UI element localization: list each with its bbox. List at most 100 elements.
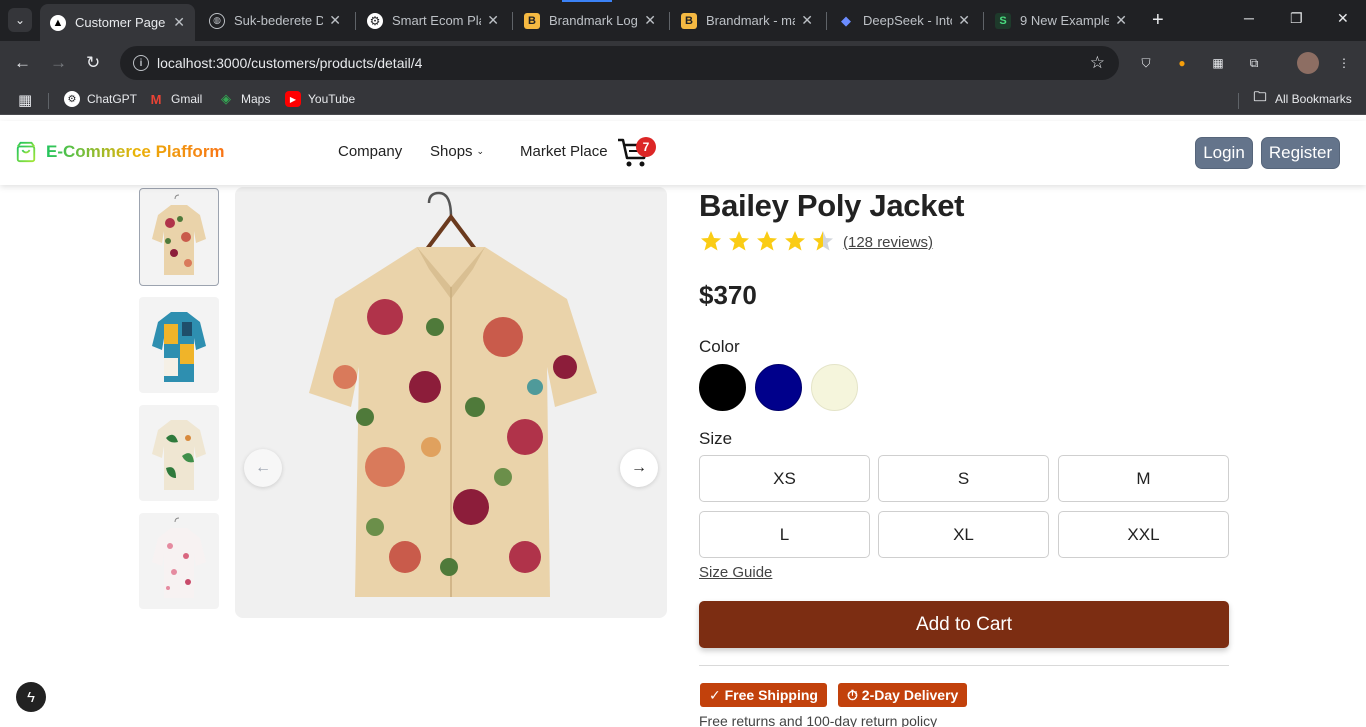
minimize-icon[interactable]: ─	[1244, 10, 1254, 26]
site-info-icon[interactable]: i	[133, 55, 149, 71]
color-label: Color	[699, 337, 740, 356]
new-tab-button[interactable]: +	[1152, 10, 1164, 30]
thumbnail-3[interactable]	[139, 405, 219, 501]
color-swatch-beige[interactable]	[811, 364, 858, 411]
patchwork-shirt-thumbnail	[152, 312, 206, 382]
close-icon[interactable]: ✕	[801, 12, 813, 29]
tab-separator	[512, 12, 513, 30]
tab-separator	[669, 12, 670, 30]
size-option-m[interactable]: M	[1058, 455, 1229, 502]
nav-company[interactable]: Company	[338, 143, 402, 160]
pink-floral-shirt-thumbnail	[152, 517, 206, 598]
prev-image-button[interactable]: ←	[244, 449, 282, 487]
next-image-button[interactable]: →	[620, 449, 658, 487]
folder-icon: 🗀	[1253, 89, 1267, 104]
back-icon[interactable]: ←	[14, 53, 31, 73]
size-option-s[interactable]: S	[878, 455, 1049, 502]
bookmark-youtube[interactable]: ▶ YouTube	[285, 91, 355, 107]
tab-smart-ecom[interactable]: ⚙ Smart Ecom Plat ✕	[357, 6, 509, 35]
deepseek-icon: ◆	[841, 12, 851, 28]
tab-brandmark-logo[interactable]: B Brandmark Logo ✕	[514, 6, 666, 35]
bookmark-label: Gmail	[171, 92, 203, 106]
size-guide-link[interactable]: Size Guide	[699, 564, 772, 581]
close-icon[interactable]: ✕	[1115, 12, 1127, 29]
extensions-puzzle-icon[interactable]: ⧉	[1245, 54, 1263, 72]
gmail-icon: M	[150, 91, 162, 107]
tab-loading-indicator	[562, 0, 612, 2]
brand-logo[interactable]: E-Commerce Plafform	[15, 141, 225, 163]
nav-market-place[interactable]: Market Place	[520, 143, 608, 160]
color-swatch-navy[interactable]	[755, 364, 802, 411]
nav-shops[interactable]: Shops ⌄	[430, 143, 484, 160]
tab-title: Brandmark Logo	[549, 13, 639, 28]
window-close-icon[interactable]: ✕	[1337, 10, 1349, 27]
size-option-xxl[interactable]: XXL	[1058, 511, 1229, 558]
forward-icon[interactable]: →	[50, 53, 67, 73]
address-bar[interactable]: i localhost:3000/customers/products/deta…	[120, 46, 1119, 80]
bookmark-maps[interactable]: ◈ Maps	[218, 91, 270, 107]
close-icon[interactable]: ✕	[173, 14, 185, 31]
register-button[interactable]: Register	[1261, 137, 1340, 169]
tab-brandmark-ma[interactable]: B Brandmark - ma ✕	[671, 6, 823, 35]
youtube-icon: ▶	[285, 91, 301, 107]
close-icon[interactable]: ✕	[958, 12, 970, 29]
bookmark-star-icon[interactable]: ☆	[1090, 53, 1105, 73]
bookmark-gmail[interactable]: M Gmail	[148, 91, 203, 107]
delivery-badge: ⏱ 2-Day Delivery	[838, 683, 968, 707]
size-option-xs[interactable]: XS	[699, 455, 870, 502]
rating-stars	[699, 229, 839, 253]
reload-icon[interactable]: ↻	[86, 53, 100, 73]
bookmark-chatgpt[interactable]: ⚙ ChatGPT	[64, 91, 137, 107]
tab-suk-bederete[interactable]: ◍ Suk-bederete Do ✕	[199, 6, 351, 35]
add-to-cart-button[interactable]: Add to Cart	[699, 601, 1229, 648]
url-text[interactable]: localhost:3000/customers/products/detail…	[157, 55, 422, 71]
returns-policy-text: Free returns and 100-day return policy	[699, 713, 938, 727]
product-price: $370	[699, 280, 757, 310]
close-icon[interactable]: ✕	[329, 12, 341, 29]
tab-deepseek[interactable]: ◆ DeepSeek - Into ✕	[828, 6, 980, 35]
thumbnail-1[interactable]	[139, 188, 219, 286]
shield-extension-icon[interactable]: ⛉	[1137, 54, 1155, 72]
floral-shirt-image	[309, 191, 597, 597]
product-title: Bailey Poly Jacket	[699, 188, 965, 223]
restore-icon[interactable]: ❐	[1290, 10, 1303, 27]
browser-toolbar: ← → ↻ i localhost:3000/customers/product…	[0, 41, 1366, 85]
thumbnail-4[interactable]	[139, 513, 219, 609]
tab-new-examples[interactable]: S 9 New Examples ✕	[985, 6, 1137, 35]
s-icon: S	[995, 12, 1011, 29]
qr-extension-icon[interactable]: ▦	[1209, 54, 1227, 72]
size-label: Size	[699, 429, 733, 448]
bookmark-label: ChatGPT	[87, 92, 138, 106]
reviews-link[interactable]: (128 reviews)	[843, 234, 933, 251]
chevron-down-icon: ⌄	[14, 13, 26, 27]
lightning-icon[interactable]: ϟ	[16, 682, 46, 712]
bookmarks-bar: ▦ ⚙ ChatGPT M Gmail ◈ Maps ▶ YouTube 🗀 A…	[0, 85, 1366, 115]
profile-avatar[interactable]	[1297, 52, 1319, 74]
cart-count-badge: 7	[636, 137, 656, 157]
tropical-shirt-thumbnail	[152, 420, 206, 490]
arrow-right-icon: →	[631, 459, 647, 476]
nextjs-icon: ▲	[50, 14, 66, 31]
all-bookmarks-label: All Bookmarks	[1275, 92, 1352, 106]
tab-search-button[interactable]: ⌄	[8, 8, 32, 32]
color-swatch-black[interactable]	[699, 364, 746, 411]
close-icon[interactable]: ✕	[487, 12, 499, 29]
size-option-xl[interactable]: XL	[878, 511, 1049, 558]
fox-extension-icon[interactable]: ●	[1173, 54, 1191, 72]
menu-kebab-icon[interactable]: ⋮	[1335, 54, 1353, 72]
free-shipping-badge: ✓ Free Shipping	[700, 683, 827, 707]
nav-shops-label: Shops	[430, 143, 473, 160]
size-option-l[interactable]: L	[699, 511, 870, 558]
bookmark-separator	[48, 93, 49, 109]
login-button[interactable]: Login	[1195, 137, 1253, 169]
tab-customer-page[interactable]: ▲ Customer Page ✕	[40, 4, 195, 41]
globe-icon: ◍	[209, 12, 225, 29]
all-bookmarks[interactable]: 🗀 All Bookmarks	[1252, 89, 1352, 107]
tab-title: Customer Page	[75, 15, 166, 30]
thumbnail-2[interactable]	[139, 297, 219, 393]
section-divider	[699, 665, 1229, 666]
apps-grid-icon[interactable]: ▦	[18, 91, 32, 109]
chevron-down-icon: ⌄	[476, 146, 485, 156]
bookmark-label: Maps	[241, 92, 271, 106]
close-icon[interactable]: ✕	[644, 12, 656, 29]
